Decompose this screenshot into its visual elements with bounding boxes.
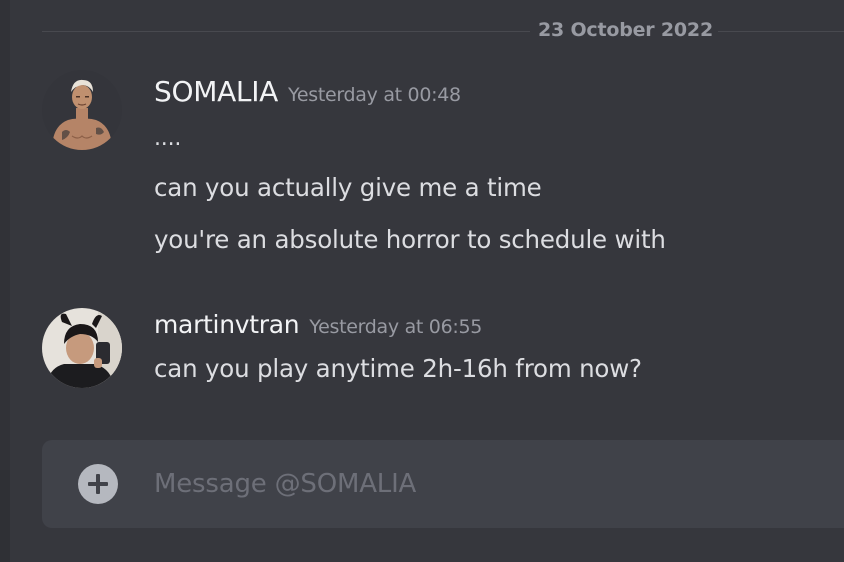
- left-edge-strip-lower: [0, 470, 10, 562]
- divider-line-left: [42, 31, 530, 32]
- message-text: ....: [154, 126, 182, 151]
- avatar-martinvtran[interactable]: [42, 308, 122, 388]
- selfie-avatar-icon: [42, 308, 122, 388]
- left-edge-strip: [0, 0, 10, 562]
- message-header: SOMALIA Yesterday at 00:48: [154, 75, 461, 108]
- plus-circle-icon: [88, 474, 108, 494]
- username[interactable]: martinvtran: [154, 310, 300, 339]
- divider-line-right: [718, 31, 844, 32]
- chat-window: 23 October 2022 SOMALIA Yesterday at 00:4…: [0, 0, 844, 562]
- username[interactable]: SOMALIA: [154, 75, 278, 108]
- message-text: you're an absolute horror to schedule wi…: [154, 225, 666, 254]
- message-text: can you play anytime 2h-16h from now?: [154, 354, 642, 383]
- date-divider: 23 October 2022: [42, 19, 844, 41]
- message-input[interactable]: [154, 462, 844, 506]
- timestamp: Yesterday at 00:48: [288, 84, 461, 106]
- message-composer: [42, 440, 844, 528]
- avatar-somalia[interactable]: [42, 70, 122, 150]
- message-header: martinvtran Yesterday at 06:55: [154, 310, 482, 339]
- date-divider-label: 23 October 2022: [538, 19, 713, 41]
- fighter-avatar-icon: [42, 70, 122, 150]
- add-attachment-button[interactable]: [78, 464, 118, 504]
- timestamp: Yesterday at 06:55: [309, 316, 483, 338]
- message-text: can you actually give me a time: [154, 173, 542, 202]
